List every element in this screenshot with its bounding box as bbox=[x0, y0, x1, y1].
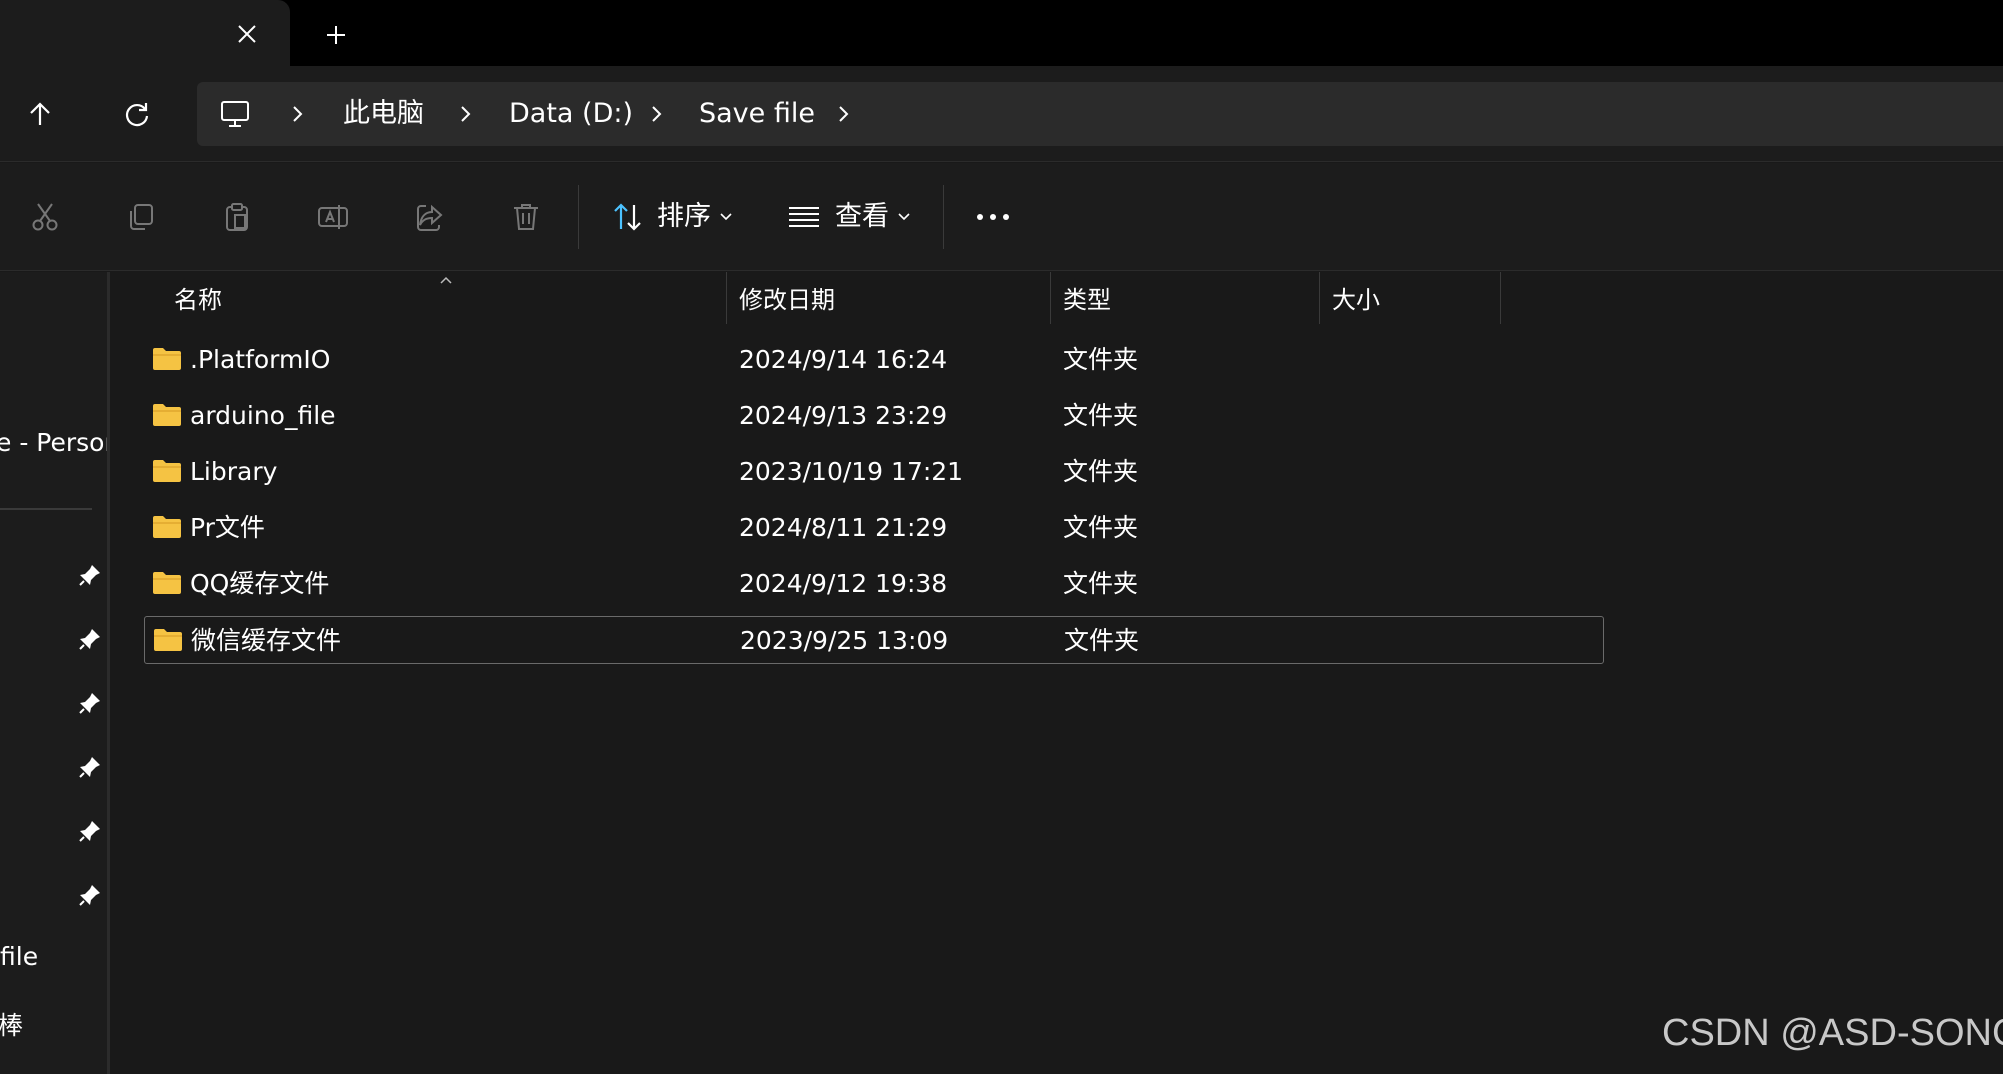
file-row-selected[interactable]: 微信缓存文件 2023/9/25 13:09 文件夹 bbox=[144, 616, 1604, 664]
file-row[interactable]: .PlatformIO 2024/9/14 16:24 文件夹 bbox=[144, 336, 1604, 384]
command-bar: 排序 查看 bbox=[0, 163, 2003, 271]
file-type: 文件夹 bbox=[1063, 569, 1139, 598]
breadcrumb-data-drive[interactable]: Data (D:) bbox=[509, 82, 633, 146]
pin-icon[interactable] bbox=[77, 754, 103, 780]
file-type: 文件夹 bbox=[1064, 626, 1140, 655]
column-separator[interactable] bbox=[1050, 272, 1051, 324]
column-separator[interactable] bbox=[1500, 272, 1501, 324]
pin-icon[interactable] bbox=[77, 690, 103, 716]
column-header-name[interactable]: 名称 bbox=[174, 272, 222, 324]
file-row[interactable]: QQ缓存文件 2024/9/12 19:38 文件夹 bbox=[144, 560, 1604, 608]
folder-icon bbox=[152, 571, 182, 595]
watermark: CSDN @ASD-SONG bbox=[1662, 1012, 2003, 1054]
sidebar-item-file[interactable]: file bbox=[0, 942, 38, 971]
sidebar-divider bbox=[0, 508, 92, 510]
file-row[interactable]: Library 2023/10/19 17:21 文件夹 bbox=[144, 448, 1604, 496]
breadcrumb-this-pc[interactable]: 此电脑 bbox=[343, 82, 424, 146]
rename-icon[interactable] bbox=[309, 193, 357, 241]
file-name: 微信缓存文件 bbox=[191, 626, 342, 655]
toolbar-separator bbox=[578, 185, 579, 249]
tab-bar bbox=[0, 0, 2003, 66]
file-type: 文件夹 bbox=[1063, 401, 1139, 430]
folder-icon bbox=[152, 347, 182, 371]
navigation-pane: e - Persor file 棒 bbox=[0, 272, 110, 1074]
column-header-type[interactable]: 类型 bbox=[1063, 272, 1111, 324]
file-name: Library bbox=[190, 457, 278, 486]
chevron-right-icon[interactable] bbox=[831, 102, 855, 126]
column-header-size[interactable]: 大小 bbox=[1332, 272, 1380, 324]
sidebar-item-bang[interactable]: 棒 bbox=[0, 1006, 23, 1042]
cut-icon[interactable] bbox=[21, 193, 69, 241]
plus-icon[interactable] bbox=[318, 17, 354, 53]
file-date: 2024/9/14 16:24 bbox=[739, 345, 948, 374]
refresh-icon[interactable] bbox=[112, 89, 162, 139]
file-date: 2024/8/11 21:29 bbox=[739, 513, 948, 542]
view-label: 查看 bbox=[835, 201, 889, 232]
file-row[interactable]: arduino_file 2024/9/13 23:29 文件夹 bbox=[144, 392, 1604, 440]
file-name: .PlatformIO bbox=[190, 345, 331, 374]
file-date: 2023/10/19 17:21 bbox=[739, 457, 964, 486]
breadcrumb-save-file[interactable]: Save file bbox=[699, 82, 815, 146]
active-tab[interactable] bbox=[0, 0, 290, 66]
pin-icon[interactable] bbox=[77, 626, 103, 652]
file-type: 文件夹 bbox=[1063, 457, 1139, 486]
pin-icon[interactable] bbox=[77, 882, 103, 908]
file-date: 2024/9/13 23:29 bbox=[739, 401, 948, 430]
computer-icon bbox=[219, 98, 251, 130]
sidebar-item-onedrive[interactable]: e - Persor bbox=[0, 428, 107, 457]
column-separator[interactable] bbox=[726, 272, 727, 324]
file-list: 名称 修改日期 类型 大小 .PlatformIO 2024/9/14 16:2… bbox=[113, 272, 2003, 1074]
toolbar-separator bbox=[943, 185, 944, 249]
file-name: QQ缓存文件 bbox=[190, 569, 330, 598]
column-header-date[interactable]: 修改日期 bbox=[739, 272, 835, 324]
arrow-up-icon[interactable] bbox=[15, 89, 65, 139]
file-date: 2024/9/12 19:38 bbox=[739, 569, 948, 598]
more-icon[interactable] bbox=[969, 193, 1017, 241]
delete-icon[interactable] bbox=[502, 193, 550, 241]
copy-icon[interactable] bbox=[117, 193, 165, 241]
folder-icon bbox=[152, 515, 182, 539]
column-separator[interactable] bbox=[1319, 272, 1320, 324]
file-row[interactable]: Pr文件 2024/8/11 21:29 文件夹 bbox=[144, 504, 1604, 552]
view-list-icon bbox=[780, 193, 828, 241]
close-icon[interactable] bbox=[230, 17, 264, 51]
paste-icon[interactable] bbox=[213, 193, 261, 241]
sort-icon bbox=[604, 193, 652, 241]
pin-icon[interactable] bbox=[77, 562, 103, 588]
folder-icon bbox=[153, 628, 183, 652]
chevron-right-icon[interactable] bbox=[453, 102, 477, 126]
share-icon[interactable] bbox=[406, 193, 454, 241]
file-name: Pr文件 bbox=[190, 513, 265, 542]
file-type: 文件夹 bbox=[1063, 345, 1139, 374]
chevron-down-icon bbox=[718, 209, 734, 225]
pin-icon[interactable] bbox=[77, 818, 103, 844]
chevron-right-icon[interactable] bbox=[644, 102, 668, 126]
folder-icon bbox=[152, 403, 182, 427]
sort-label: 排序 bbox=[657, 201, 711, 232]
chevron-down-icon bbox=[896, 209, 912, 225]
file-type: 文件夹 bbox=[1063, 513, 1139, 542]
chevron-right-icon[interactable] bbox=[285, 102, 309, 126]
file-name: arduino_file bbox=[190, 401, 336, 430]
address-row: 此电脑 Data (D:) Save file bbox=[0, 66, 2003, 162]
address-bar[interactable]: 此电脑 Data (D:) Save file bbox=[197, 82, 2003, 146]
file-date: 2023/9/25 13:09 bbox=[740, 626, 949, 655]
folder-icon bbox=[152, 459, 182, 483]
sort-ascending-icon bbox=[438, 274, 454, 286]
